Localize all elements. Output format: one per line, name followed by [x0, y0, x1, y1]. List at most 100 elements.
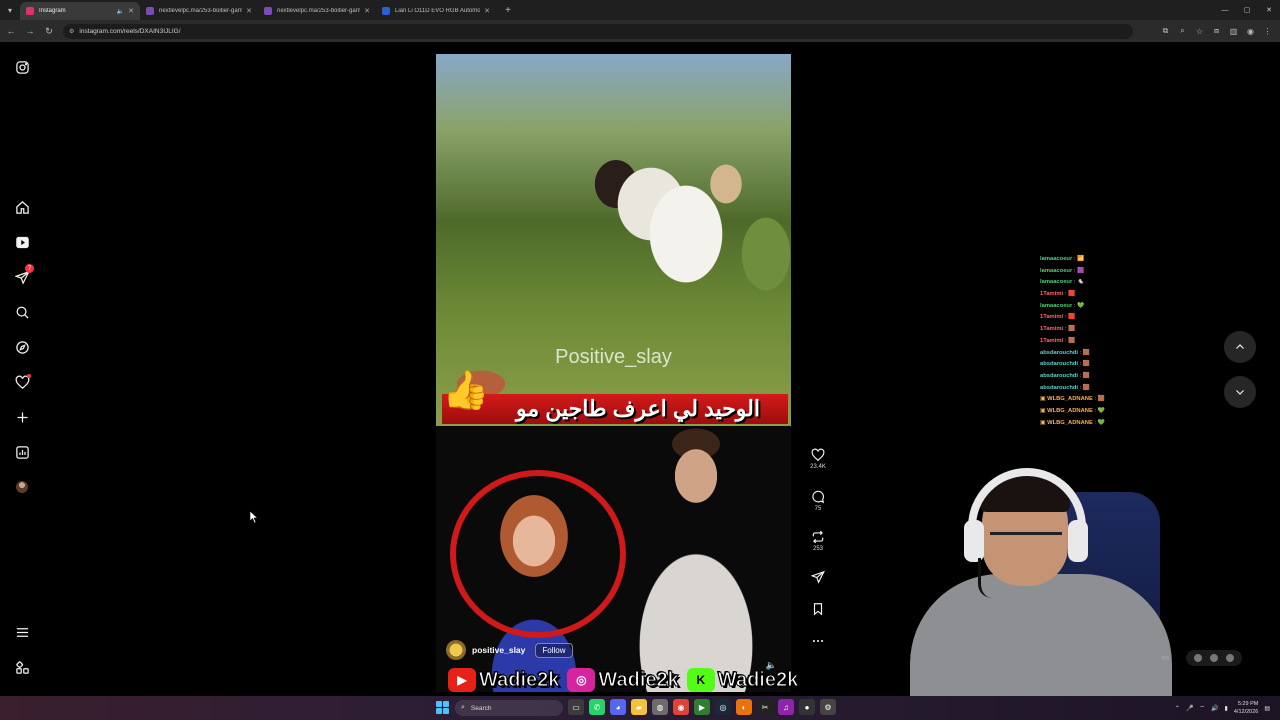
- obs-icon[interactable]: ●: [799, 699, 815, 715]
- more-options-action[interactable]: [806, 634, 830, 648]
- discord-icon[interactable]: ◕: [610, 699, 626, 715]
- social-handle-text: Wadie2k: [598, 668, 679, 691]
- tab-search-button[interactable]: ▾: [0, 0, 20, 20]
- create-icon[interactable]: [13, 408, 31, 426]
- author-username[interactable]: positive_slay: [472, 645, 525, 655]
- terminal-icon[interactable]: ▶: [694, 699, 710, 715]
- chat-username: absdarouchdi: [1040, 384, 1079, 391]
- steam-icon[interactable]: ◎: [715, 699, 731, 715]
- chat-message: lamaacoeur : 🐁: [1040, 277, 1160, 289]
- tab-favicon-icon: [264, 7, 272, 15]
- browser-tab[interactable]: nextlevelpc.ma/253-boitier-gam ✕: [140, 2, 258, 20]
- maximize-button[interactable]: ▢: [1236, 0, 1258, 20]
- whatsapp-icon[interactable]: ✆: [589, 699, 605, 715]
- follow-button[interactable]: Follow: [535, 642, 573, 658]
- bookmark-star-icon[interactable]: ☆: [1193, 23, 1206, 39]
- reload-button[interactable]: ↻: [41, 23, 57, 39]
- browser-menu-icon[interactable]: ⋮: [1261, 23, 1274, 39]
- profile-avatar[interactable]: [13, 478, 31, 496]
- home-icon[interactable]: [13, 198, 31, 216]
- search-icon: ⌕: [461, 704, 465, 711]
- battery-icon[interactable]: ▮: [1225, 705, 1228, 712]
- reel-video[interactable]: Positive_slay الوحيد لي اعرف طاجين مو 👍 …: [436, 54, 791, 692]
- tab-favicon-icon: [26, 7, 34, 15]
- repost-icon: [812, 530, 824, 544]
- tab-favicon-icon: [146, 7, 154, 15]
- file-explorer-icon[interactable]: ▰: [631, 699, 647, 715]
- notification-center-icon[interactable]: ▤: [1264, 705, 1270, 712]
- instagram-logo-icon[interactable]: [13, 58, 31, 76]
- microphone-icon[interactable]: 🎤: [1186, 705, 1193, 712]
- clock-date: 4/12/2026: [1233, 709, 1259, 715]
- system-tray: ⌃ 🎤 ⌔ 🔊 ▮ 5:29 PM 4/12/2026 ▤: [1175, 697, 1270, 719]
- streamer-hoodie: [910, 574, 1172, 696]
- author-avatar[interactable]: [446, 640, 466, 660]
- back-button[interactable]: ←: [3, 23, 19, 39]
- windows-start-button[interactable]: [436, 701, 449, 714]
- forward-button[interactable]: →: [22, 23, 38, 39]
- tab-title: Lian Li O11D EVO RGB Automo: [395, 8, 481, 14]
- socials-banner: ▶ Wadie2k ◎ Wadie2k K Wadie2k: [448, 668, 799, 692]
- task-view-icon[interactable]: ▭: [568, 699, 584, 715]
- firefox-icon[interactable]: ◐: [736, 699, 752, 715]
- extensions-icon[interactable]: ⧈: [1210, 23, 1223, 39]
- chat-emote: 🟫: [1067, 326, 1076, 333]
- close-tab-icon[interactable]: ✕: [246, 7, 252, 15]
- chat-username: lamaacoeur: [1040, 256, 1073, 262]
- tab-title: Instagram: [39, 8, 66, 14]
- webcam-side-label: es: [1162, 655, 1170, 662]
- volume-icon[interactable]: 🔊: [1211, 705, 1218, 712]
- split-view-icon[interactable]: ▥: [1227, 23, 1240, 39]
- chat-message: ▣ WLBG_ADNANE : 🟫: [1040, 394, 1160, 406]
- close-tab-icon[interactable]: ✕: [484, 7, 490, 15]
- media-player-icon[interactable]: ♫: [778, 699, 794, 715]
- comment-action[interactable]: 75: [806, 490, 830, 512]
- close-window-button[interactable]: ✕: [1258, 0, 1280, 20]
- taskbar-search[interactable]: ⌕ Search: [455, 700, 563, 716]
- account-switcher-pill[interactable]: [1186, 650, 1242, 666]
- capcut-icon[interactable]: ✂: [757, 699, 773, 715]
- notifications-icon[interactable]: [13, 373, 31, 391]
- chrome-icon[interactable]: ◉: [673, 699, 689, 715]
- browser-tab[interactable]: Lian Li O11D EVO RGB Automo ✕: [376, 2, 496, 20]
- new-tab-button[interactable]: +: [500, 2, 516, 18]
- repost-action[interactable]: 253: [806, 530, 830, 552]
- network-icon[interactable]: ⌔: [1199, 704, 1205, 712]
- dashboard-icon[interactable]: [13, 443, 31, 461]
- minimize-button[interactable]: —: [1214, 0, 1236, 20]
- meta-apps-icon[interactable]: [13, 658, 31, 676]
- browser-tab[interactable]: nextlevelpc.ma/253-boitier-gam ✕: [258, 2, 376, 20]
- tab-title: nextlevelpc.ma/253-boitier-gam: [159, 8, 243, 14]
- account-avatar: [1226, 654, 1234, 662]
- tray-overflow-icon[interactable]: ⌃: [1175, 705, 1180, 712]
- chat-username: 1Tamimi: [1040, 326, 1064, 333]
- profile-icon[interactable]: ◉: [1244, 23, 1257, 39]
- chat-emote: 🟫: [1082, 372, 1091, 379]
- explore-icon[interactable]: [13, 338, 31, 356]
- settings-icon[interactable]: ⚙: [820, 699, 836, 715]
- install-app-icon[interactable]: ⧉: [1159, 23, 1172, 39]
- video-caption-band: الوحيد لي اعرف طاجين مو: [442, 394, 788, 424]
- site-info-icon[interactable]: ⚙: [69, 28, 74, 35]
- reels-icon[interactable]: [13, 233, 31, 251]
- close-tab-icon[interactable]: ✕: [128, 7, 134, 15]
- taskbar-clock[interactable]: 5:29 PM 4/12/2026: [1234, 700, 1258, 716]
- social-handle-text: Wadie2k: [478, 668, 560, 691]
- like-action[interactable]: 23.4K: [806, 448, 830, 470]
- zoom-icon[interactable]: ⌕: [1176, 23, 1189, 39]
- chat-username: WLBG_ADNANE: [1047, 407, 1093, 414]
- save-action[interactable]: [806, 602, 830, 616]
- browser-tab[interactable]: Instagram 🔈 ✕: [20, 2, 140, 20]
- chat-emote: 🟫: [1082, 361, 1091, 368]
- github-icon[interactable]: ◍: [652, 699, 668, 715]
- next-reel-button[interactable]: [1224, 376, 1256, 408]
- messages-icon[interactable]: 7: [13, 264, 34, 286]
- close-tab-icon[interactable]: ✕: [364, 7, 370, 15]
- url-field[interactable]: ⚙ instagram.com/reels/DXAIN3IJLIG/: [63, 23, 1133, 39]
- search-icon[interactable]: [13, 303, 31, 321]
- more-menu-icon[interactable]: [13, 623, 31, 641]
- previous-reel-button[interactable]: [1224, 331, 1256, 363]
- tab-audio-icon[interactable]: 🔈: [117, 8, 124, 15]
- instagram-sidebar: 7: [0, 42, 46, 696]
- share-action[interactable]: [806, 570, 830, 584]
